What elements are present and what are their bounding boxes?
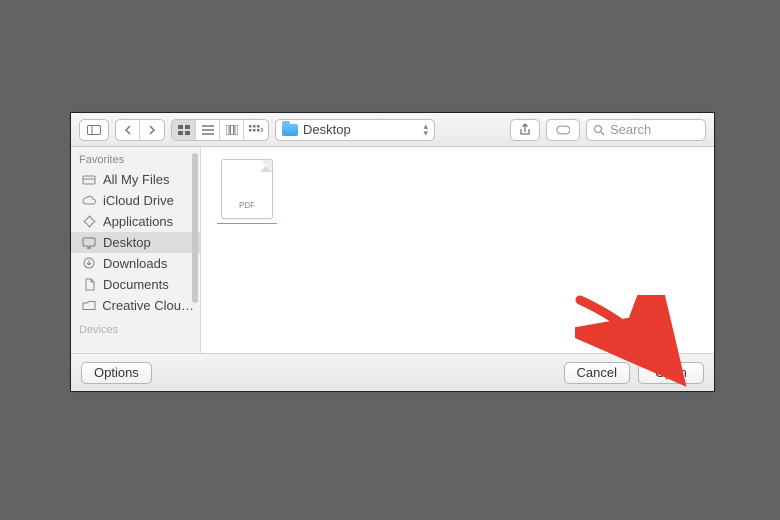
search-input[interactable]: Search	[586, 119, 706, 141]
sidebar-item-label: Documents	[103, 277, 169, 292]
back-button[interactable]	[116, 120, 140, 140]
share-icon	[518, 123, 532, 137]
sidebar-item-creative-cloud[interactable]: Creative Clou…	[71, 295, 200, 316]
file-browser-area[interactable]: PDF	[201, 147, 714, 353]
chevron-right-icon	[148, 125, 156, 135]
nav-back-forward	[115, 119, 165, 141]
sidebar-item-desktop[interactable]: Desktop	[71, 232, 200, 253]
sidebar-item-label: Desktop	[103, 235, 151, 250]
view-list-button[interactable]	[196, 120, 220, 140]
file-item[interactable]: PDF	[213, 159, 281, 224]
sidebar-item-label: Downloads	[103, 256, 167, 271]
open-file-dialog: Desktop ▴▾ Search Favorites	[70, 112, 715, 392]
dialog-toolbar: Desktop ▴▾ Search	[71, 113, 714, 147]
sidebar-item-applications[interactable]: Applications	[71, 211, 200, 232]
button-label: Cancel	[577, 365, 617, 380]
file-selection-underline	[217, 223, 277, 224]
sidebar-item-documents[interactable]: Documents	[71, 274, 200, 295]
share-button[interactable]	[510, 119, 540, 141]
folder-icon	[282, 124, 298, 136]
desktop-icon	[81, 236, 97, 250]
sidebar-section-favorites: Favorites	[71, 152, 200, 169]
columns-icon	[226, 125, 238, 135]
cancel-button[interactable]: Cancel	[564, 362, 630, 384]
sidebar-item-all-my-files[interactable]: All My Files	[71, 169, 200, 190]
button-label: Options	[94, 365, 139, 380]
cloud-icon	[81, 194, 97, 208]
sidebar-item-label: All My Files	[103, 172, 169, 187]
view-mode-switcher	[171, 119, 269, 141]
list-icon	[202, 125, 214, 135]
arrange-icon	[249, 125, 263, 135]
chevron-left-icon	[124, 125, 132, 135]
chevron-updown-icon: ▴▾	[423, 123, 428, 137]
grid-icon	[178, 125, 190, 135]
sidebar-item-downloads[interactable]: Downloads	[71, 253, 200, 274]
folder-icon	[81, 299, 96, 313]
sidebar-item-label: iCloud Drive	[103, 193, 174, 208]
button-label: Open	[655, 365, 687, 380]
downloads-icon	[81, 257, 97, 271]
view-columns-button[interactable]	[220, 120, 244, 140]
sidebar-item-icloud-drive[interactable]: iCloud Drive	[71, 190, 200, 211]
sidebar-scrollbar[interactable]	[192, 153, 198, 303]
file-type-label: PDF	[239, 201, 255, 210]
sidebar-item-label: Applications	[103, 214, 173, 229]
sidebar-toggle-icon	[87, 125, 101, 135]
sidebar-item-label: Creative Clou…	[102, 298, 194, 313]
sidebar-section-devices: Devices	[71, 322, 200, 339]
view-icons-button[interactable]	[172, 120, 196, 140]
dialog-body: Favorites All My Files iCloud Drive Appl…	[71, 147, 714, 353]
dialog-footer: Options Cancel Open	[71, 353, 714, 391]
tag-icon	[556, 123, 570, 137]
sidebar: Favorites All My Files iCloud Drive Appl…	[71, 147, 201, 353]
forward-button[interactable]	[140, 120, 164, 140]
file-thumbnail: PDF	[221, 159, 273, 219]
search-placeholder: Search	[610, 122, 651, 137]
all-my-files-icon	[81, 173, 97, 187]
open-button[interactable]: Open	[638, 362, 704, 384]
tags-button[interactable]	[546, 119, 580, 141]
applications-icon	[81, 215, 97, 229]
path-dropdown[interactable]: Desktop ▴▾	[275, 119, 435, 141]
path-label: Desktop	[303, 122, 351, 137]
documents-icon	[81, 278, 97, 292]
options-button[interactable]: Options	[81, 362, 152, 384]
view-gallery-button[interactable]	[244, 120, 268, 140]
sidebar-toggle-button[interactable]	[79, 119, 109, 141]
search-icon	[593, 124, 605, 136]
